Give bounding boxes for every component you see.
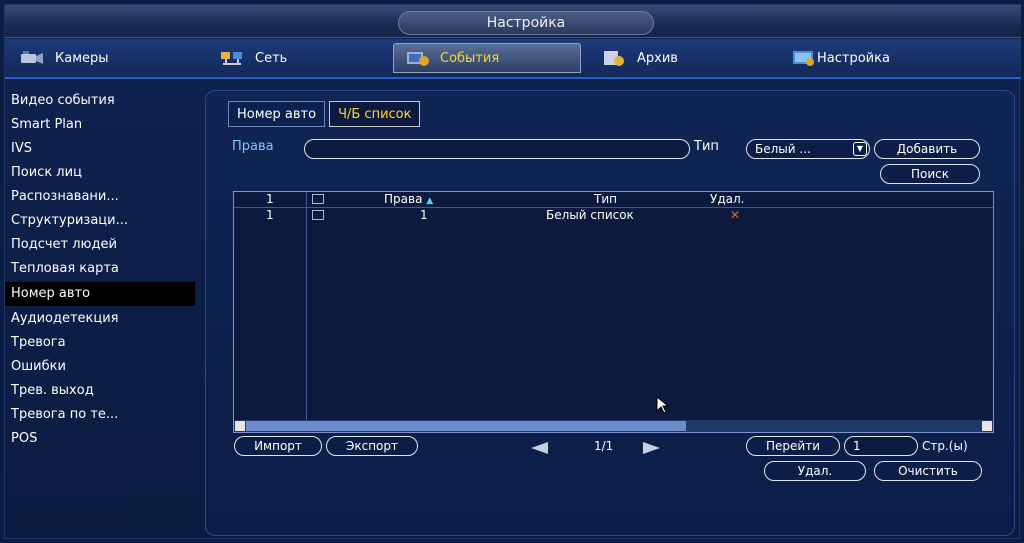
tab-network-label: Сеть <box>255 50 288 66</box>
sidebar: Видео события Smart Plan IVS Поиск лиц Р… <box>5 89 195 451</box>
header-rights-label: Права <box>384 192 423 206</box>
window: Настройка Камеры Сеть События Архив Наст… <box>4 4 1021 539</box>
column-divider <box>306 192 307 422</box>
sidebar-item-ivs[interactable]: IVS <box>5 137 195 161</box>
goto-page-input[interactable]: 1 <box>844 436 918 456</box>
sidebar-item-recognition[interactable]: Распознавани... <box>5 185 195 209</box>
sidebar-item-alarm[interactable]: Тревога <box>5 331 195 355</box>
title-bar: Настройка <box>5 5 1021 38</box>
network-icon <box>219 49 245 67</box>
row-1-delete-icon[interactable]: ✕ <box>730 208 740 222</box>
sidebar-item-errors[interactable]: Ошибки <box>5 355 195 379</box>
subtab-blacklist-whitelist[interactable]: Ч/Б список <box>329 101 421 127</box>
sidebar-item-smart-plan[interactable]: Smart Plan <box>5 113 195 137</box>
tab-archive[interactable]: Архив <box>601 43 678 73</box>
import-button[interactable]: Импорт <box>234 436 322 456</box>
type-select-value: Белый ... <box>755 142 811 156</box>
pages-label: Стр.(ы) <box>922 439 968 453</box>
row-1-checkbox[interactable] <box>312 210 324 220</box>
settings-icon <box>791 49 817 67</box>
type-label: Тип <box>694 139 719 154</box>
tab-settings[interactable]: Настройка <box>791 43 890 73</box>
sidebar-item-pos[interactable]: POS <box>5 427 195 451</box>
scroll-left-icon[interactable] <box>235 421 245 431</box>
chevron-down-icon: ▼ <box>853 142 867 156</box>
delete-button[interactable]: Удал. <box>764 461 866 481</box>
archive-icon <box>601 49 627 67</box>
row-1-type: Белый список <box>546 208 634 222</box>
events-icon <box>404 49 430 67</box>
sidebar-item-video-events[interactable]: Видео события <box>5 89 195 113</box>
tab-events-label: События <box>440 50 500 66</box>
select-all-checkbox[interactable] <box>312 194 324 204</box>
sidebar-item-people-counting[interactable]: Подсчет людей <box>5 233 195 257</box>
row-1-index: 1 <box>266 208 274 222</box>
header-type: Тип <box>594 192 617 206</box>
sidebar-item-temp-alarm[interactable]: Тревога по те... <box>5 403 195 427</box>
page-indicator: 1/1 <box>594 439 614 453</box>
sidebar-item-face-search[interactable]: Поиск лиц <box>5 161 195 185</box>
prev-page-icon[interactable] <box>530 440 548 459</box>
top-tab-bar: Камеры Сеть События Архив Настройка <box>5 39 1021 79</box>
tab-archive-label: Архив <box>637 50 678 66</box>
tab-network[interactable]: Сеть <box>219 43 287 73</box>
header-delete: Удал. <box>710 192 745 206</box>
rights-label: Права <box>232 139 274 154</box>
sidebar-item-license-plate[interactable]: Номер авто <box>5 282 195 306</box>
row-1-rights: 1 <box>420 208 428 222</box>
main-panel: Номер авто Ч/Б список Права Тип Белый ..… <box>205 90 1015 536</box>
export-button[interactable]: Экспорт <box>326 436 418 456</box>
search-button[interactable]: Поиск <box>880 164 980 184</box>
sidebar-item-structuring[interactable]: Структуризаци... <box>5 209 195 233</box>
header-index: 1 <box>266 192 274 206</box>
clear-button[interactable]: Очистить <box>874 461 982 481</box>
horizontal-scrollbar[interactable] <box>234 420 993 432</box>
header-rights[interactable]: Права ▲ <box>384 192 433 208</box>
tab-cameras[interactable]: Камеры <box>19 43 109 73</box>
sort-asc-icon: ▲ <box>426 196 434 206</box>
rights-input[interactable] <box>304 139 690 159</box>
goto-button[interactable]: Перейти <box>746 436 840 456</box>
scroll-right-icon[interactable] <box>982 421 992 431</box>
tab-cameras-label: Камеры <box>55 50 109 66</box>
scrollbar-thumb[interactable] <box>246 421 686 431</box>
tab-events[interactable]: События <box>393 43 581 73</box>
mouse-cursor-icon <box>656 395 670 418</box>
list-table: 1 Права ▲ Тип Удал. 1 1 Белый список ✕ <box>233 191 994 433</box>
type-select[interactable]: Белый ... ▼ <box>746 139 870 159</box>
next-page-icon[interactable] <box>642 440 660 459</box>
sidebar-item-alarm-output[interactable]: Трев. выход <box>5 379 195 403</box>
sub-tab-bar: Номер авто Ч/Б список <box>228 101 424 129</box>
add-button[interactable]: Добавить <box>874 139 980 159</box>
sidebar-item-heat-map[interactable]: Тепловая карта <box>5 257 195 281</box>
window-title: Настройка <box>398 11 654 35</box>
camera-icon <box>19 49 45 67</box>
tab-settings-label: Настройка <box>817 50 890 66</box>
sidebar-item-audio-detection[interactable]: Аудиодетекция <box>5 307 195 331</box>
subtab-license-plate[interactable]: Номер авто <box>228 101 326 127</box>
